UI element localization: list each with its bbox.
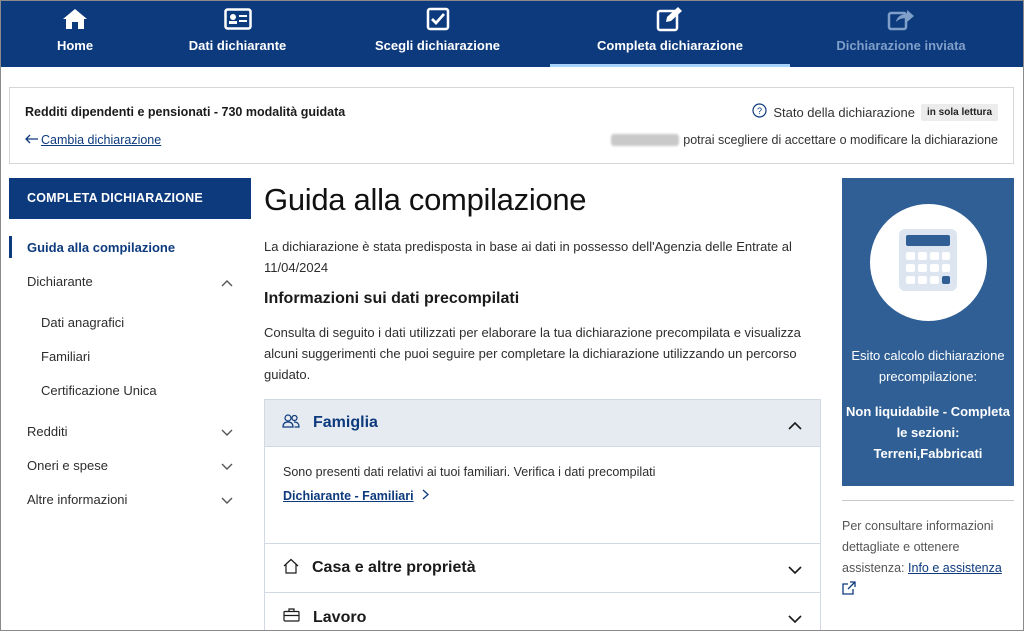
- sidebar-item-label: Certificazione Unica: [41, 382, 157, 398]
- accordion-famiglia: Famiglia Sono presenti dati relativi ai …: [264, 399, 821, 544]
- accordion-label: Casa e altre proprietà: [312, 559, 476, 576]
- calculator-illustration: [869, 204, 987, 321]
- sidebar-header: COMPLETA DICHIARAZIONE: [9, 178, 251, 219]
- declaration-summary: Redditi dipendenti e pensionati - 730 mo…: [9, 87, 1014, 164]
- edit-icon: [656, 6, 684, 32]
- change-declaration-label: Cambia dichiarazione: [41, 133, 162, 147]
- calculator-icon: [897, 227, 959, 298]
- sidebar-item-label: Dati anagrafici: [41, 314, 125, 330]
- nav-step-label: Dati dichiarante: [188, 38, 287, 53]
- sidebar-item-altre-informazioni[interactable]: Altre informazioni: [9, 482, 251, 516]
- chevron-down-icon: [221, 493, 233, 508]
- arrow-left-icon: [25, 133, 39, 147]
- declaration-note-text: potrai scegliere di accettare o modifica…: [683, 133, 998, 147]
- section-description: Consulta di seguito i dati utilizzati pe…: [264, 325, 801, 382]
- sidebar-item-redditi[interactable]: Redditi: [9, 414, 251, 448]
- sidebar-item-dati-anagrafici[interactable]: Dati anagrafici: [9, 305, 251, 339]
- sidebar-item-label: Familiari: [41, 348, 91, 364]
- people-icon: [282, 413, 300, 433]
- sidebar-item-label: Altre informazioni: [27, 491, 128, 507]
- checkbox-icon: [426, 6, 450, 32]
- state-label: Stato della dichiarazione: [773, 104, 915, 120]
- sidebar-item-guida[interactable]: Guida alla compilazione: [9, 230, 251, 264]
- accordion-casa[interactable]: Casa e altre proprietà: [264, 543, 821, 593]
- declaration-note: potrai scegliere di accettare o modifica…: [611, 133, 998, 147]
- accordion-famiglia-body: Sono presenti dati relativi ai tuoi fami…: [265, 447, 820, 543]
- sidebar-item-oneri-spese[interactable]: Oneri e spese: [9, 448, 251, 482]
- state-badge: in sola lettura: [920, 103, 998, 121]
- chevron-up-icon: [788, 417, 802, 435]
- nav-step-completa-dichiarazione[interactable]: Completa dichiarazione: [550, 0, 790, 67]
- section-heading: Informazioni sui dati precompilati: [264, 290, 520, 307]
- main-content: Guida alla compilazione La dichiarazione…: [264, 178, 821, 631]
- accordion-label: Famiglia: [313, 414, 378, 431]
- dichiarante-familiari-link[interactable]: Dichiarante - Familiari: [283, 489, 820, 503]
- sidebar-item-label: Redditi: [27, 423, 68, 439]
- chevron-right-icon: [422, 489, 429, 503]
- page-title: Guida alla compilazione: [264, 182, 587, 217]
- info-assistenza-link[interactable]: Info e assistenza: [908, 561, 1002, 575]
- chevron-down-icon: [221, 459, 233, 474]
- accordion-body-text: Sono presenti dati relativi ai tuoi fami…: [283, 465, 656, 479]
- outcome-caption: Esito calcolo dichiarazione precompilazi…: [851, 348, 1005, 384]
- declaration-title: Redditi dipendenti e pensionati - 730 mo…: [25, 105, 346, 119]
- accordion-famiglia-header[interactable]: Famiglia: [265, 400, 820, 447]
- chevron-down-icon: [221, 425, 233, 440]
- nav-step-home[interactable]: Home: [0, 0, 150, 67]
- house-icon: [283, 558, 299, 579]
- help-box: Per consultare informazioni dettagliate …: [842, 500, 1014, 602]
- outcome-result: Non liquidabile - Completa le sezioni: T…: [846, 404, 1010, 461]
- id-card-icon: [223, 6, 252, 32]
- nav-step-label: Home: [56, 38, 94, 53]
- declaration-state: ? Stato della dichiarazione in sola lett…: [752, 103, 998, 121]
- chevron-down-icon: [788, 611, 802, 629]
- nav-step-label: Scegli dichiarazione: [375, 38, 500, 53]
- sidebar-item-dichiarante[interactable]: Dichiarante: [9, 264, 251, 298]
- nav-step-label: Dichiarazione inviata: [836, 38, 966, 53]
- nav-step-scegli-dichiarazione[interactable]: Scegli dichiarazione: [325, 0, 550, 67]
- nav-step-dichiarazione-inviata: Dichiarazione inviata: [790, 0, 1012, 67]
- home-icon: [61, 6, 89, 32]
- briefcase-icon: [283, 608, 300, 627]
- chevron-down-icon: [788, 562, 802, 580]
- link-label: Dichiarante - Familiari: [283, 489, 414, 503]
- intro-text: La dichiarazione è stata predisposta in …: [264, 239, 792, 275]
- svg-text:?: ?: [757, 106, 762, 116]
- sidebar: COMPLETA DICHIARAZIONE Guida alla compil…: [9, 178, 251, 516]
- progress-nav: Home Dati dichiarante Scegli dichiarazio…: [0, 0, 1024, 67]
- sidebar-item-certificazione-unica[interactable]: Certificazione Unica: [9, 373, 251, 407]
- nav-step-label: Completa dichiarazione: [597, 38, 743, 53]
- sidebar-item-label: Guida alla compilazione: [27, 239, 176, 255]
- help-circle-icon[interactable]: ?: [752, 103, 767, 121]
- accordion-label: Lavoro: [313, 608, 367, 626]
- chevron-up-icon: [221, 275, 233, 290]
- sidebar-item-familiari[interactable]: Familiari: [9, 339, 251, 373]
- nav-step-dati-dichiarante[interactable]: Dati dichiarante: [150, 0, 325, 67]
- sidebar-item-label: Oneri e spese: [27, 457, 108, 473]
- change-declaration-link[interactable]: Cambia dichiarazione: [25, 133, 161, 147]
- external-link-icon[interactable]: [842, 581, 1014, 602]
- sidebar-item-label: Dichiarante: [27, 273, 93, 289]
- share-icon: [887, 6, 915, 32]
- accordion-lavoro[interactable]: Lavoro: [264, 593, 821, 631]
- outcome-card: Esito calcolo dichiarazione precompilazi…: [842, 178, 1014, 486]
- redacted-date: [611, 134, 680, 146]
